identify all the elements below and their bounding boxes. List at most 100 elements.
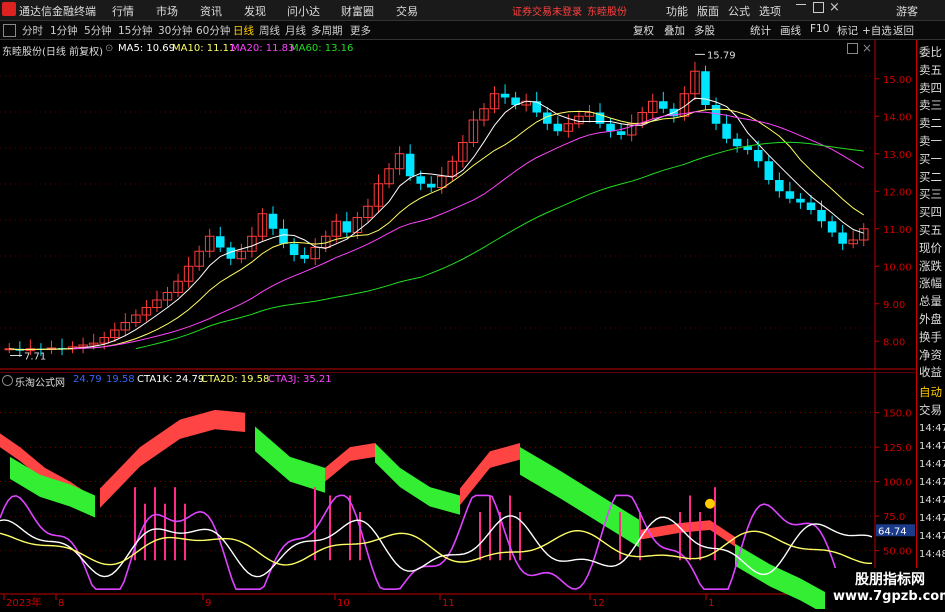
candle-down <box>606 123 615 132</box>
tab-more[interactable]: 更多 <box>350 23 371 38</box>
indicator-current-label: 64.74 <box>878 526 907 537</box>
indicator-band <box>375 443 460 515</box>
menu-layout[interactable]: 版面 <box>697 3 719 19</box>
indicator-settings-icon[interactable] <box>2 375 13 386</box>
price-axis-label: 10.00 <box>883 262 912 273</box>
low-marker-label: 7.71 <box>24 352 46 363</box>
candle-down <box>838 232 847 244</box>
candle-down <box>416 176 425 184</box>
dropdown-icon[interactable] <box>3 24 16 37</box>
indicator-chart[interactable]: 150.0125.0100.075.050.0064.742023年 8 9 10 11… <box>0 371 915 612</box>
menu-wealth[interactable]: 财富圈 <box>341 3 374 19</box>
date-label: 9 <box>205 598 211 609</box>
candle-down <box>289 243 299 255</box>
quote-label: 卖五 <box>919 62 942 77</box>
guest-label[interactable]: 游客 <box>896 3 918 19</box>
tick-time: 14:47 <box>919 531 945 542</box>
mark-button[interactable]: 标记 <box>837 23 858 38</box>
quote-label: 卖三 <box>919 98 942 113</box>
indicator-panel[interactable]: 150.0 125.0 100.0 75.0 50.00 64.74 2023年 8 9 10 11… <box>0 371 915 612</box>
tick-time: 14:47 <box>919 477 945 488</box>
quote-label: 买二 <box>919 169 942 184</box>
close-icon[interactable]: × <box>829 0 840 15</box>
minimize-icon[interactable] <box>796 4 806 5</box>
draw-line-button[interactable]: 画线 <box>780 23 801 38</box>
price-axis-label: 13.00 <box>883 150 912 161</box>
menu-quotes[interactable]: 行情 <box>112 3 134 19</box>
menu-formula[interactable]: 公式 <box>728 3 750 19</box>
tab-multi-period[interactable]: 多周期 <box>311 23 343 38</box>
indicator-name: 乐淘公式网 <box>15 378 65 389</box>
price-axis-label: 11.00 <box>883 225 912 236</box>
indicator-axis-label: 75.0 <box>883 512 905 523</box>
menu-news[interactable]: 资讯 <box>200 3 222 19</box>
overlay-button[interactable]: 叠加 <box>664 23 685 38</box>
tab-monthly[interactable]: 月线 <box>285 23 306 38</box>
indicator-axis-label: 50.00 <box>883 547 912 558</box>
candle-down <box>753 150 763 162</box>
maximize-icon[interactable] <box>813 2 824 13</box>
tab-15min[interactable]: 15分钟 <box>118 23 152 38</box>
trade-mode-label: 自动 <box>919 385 942 399</box>
candle-down <box>764 161 774 180</box>
menu-function[interactable]: 功能 <box>666 3 688 19</box>
menu-ask[interactable]: 问小达 <box>287 3 320 19</box>
quote-label: 卖一 <box>919 134 942 148</box>
tab-weekly[interactable]: 周线 <box>259 23 280 38</box>
panel-close-icon[interactable]: × <box>862 41 872 55</box>
back-button[interactable]: 返回 <box>893 23 914 38</box>
quote-side-panel: 委比 卖五 卖四 卖三 卖二 卖一 买一 买二 买三 买四 买五 现价 涨跌 涨幅 总量 外盘 换手 净资 收益 自动… <box>916 40 945 609</box>
cta2d-label: CTA2D: 19.58 <box>201 374 270 385</box>
settings-icon[interactable]: ⊙ <box>105 43 113 54</box>
candle-down <box>500 93 510 98</box>
ma20-label: MA20: 11.83 <box>231 43 295 54</box>
price-axis-label: 9.00 <box>883 300 905 311</box>
ma5-label: MA5: 10.69 <box>118 43 176 54</box>
quote-label: 卖四 <box>919 80 942 95</box>
candle-down <box>806 202 816 210</box>
tab-daily[interactable]: 日线 <box>233 23 254 38</box>
menu-discover[interactable]: 发现 <box>244 3 266 19</box>
candle-down <box>616 131 626 135</box>
price-axis-label: 8.00 <box>883 337 905 348</box>
indicator-band <box>10 456 95 518</box>
date-label: 1 <box>708 598 714 609</box>
add-watchlist-button[interactable]: +自选 <box>862 23 892 38</box>
menu-market[interactable]: 市场 <box>156 3 178 19</box>
quote-label: 换手 <box>919 329 942 344</box>
f10-button[interactable]: F10 <box>810 23 829 35</box>
tick-time: 14:47 <box>919 459 945 470</box>
quote-label: 买一 <box>919 151 942 166</box>
price-chart-panel[interactable]: 15.00 14.00 13.00 12.00 11.00 10.00 9.00 8.00 15… <box>0 40 915 370</box>
date-label: 10 <box>337 598 350 609</box>
login-warning[interactable]: 证券交易未登录 <box>512 3 582 18</box>
watermark: 股朋指标网 www.7gpzb.com <box>825 568 945 609</box>
indicator-axis-label: 100.0 <box>883 478 912 489</box>
quote-label: 收益 <box>919 365 942 380</box>
menu-options[interactable]: 选项 <box>759 3 781 19</box>
quote-label: 买三 <box>919 187 942 202</box>
tab-1min[interactable]: 1分钟 <box>50 23 78 38</box>
tick-time: 14:47 <box>919 495 945 506</box>
candle-down <box>215 236 225 248</box>
tab-30min[interactable]: 30分钟 <box>158 23 192 38</box>
date-label: 12 <box>592 598 605 609</box>
candle-down <box>722 123 731 139</box>
candle-down <box>300 255 309 259</box>
quote-label: 现价 <box>919 240 942 255</box>
multi-stock-button[interactable]: 多股 <box>694 23 715 38</box>
tab-minute[interactable]: 分时 <box>22 23 43 38</box>
price-axis-label: 12.00 <box>883 187 912 198</box>
restore-rights-button[interactable]: 复权 <box>633 23 654 38</box>
quote-label: 涨幅 <box>919 276 942 291</box>
menu-trade[interactable]: 交易 <box>396 3 418 19</box>
stats-button[interactable]: 统计 <box>750 23 771 38</box>
stock-name-title: 东睦股份 <box>587 7 627 18</box>
quote-label: 委比 <box>919 45 942 59</box>
ma60-line <box>135 141 864 350</box>
tab-5min[interactable]: 5分钟 <box>84 23 112 38</box>
candle-down <box>775 180 784 192</box>
price-chart[interactable]: 15.00 14.00 13.00 12.00 11.00 10.00 9.00 8.00 15… <box>0 40 915 370</box>
panel-maximize-icon[interactable] <box>847 43 858 54</box>
tab-60min[interactable]: 60分钟 <box>196 23 230 38</box>
